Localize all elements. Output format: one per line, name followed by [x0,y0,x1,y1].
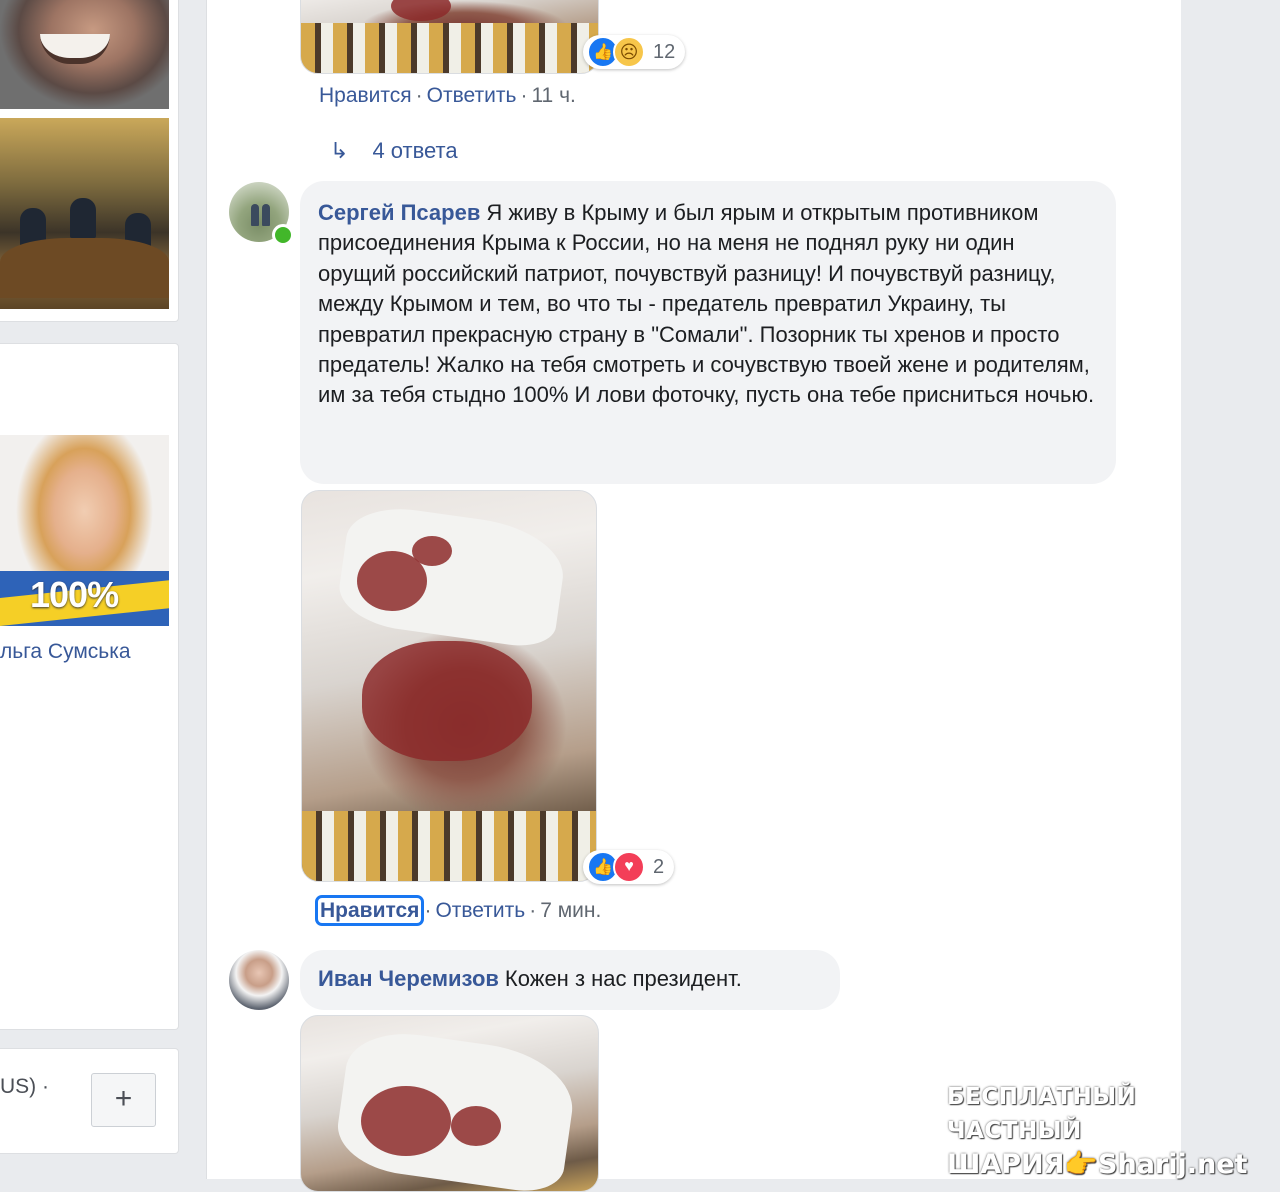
like-link[interactable]: Нравится [314,895,425,926]
comment-text: Кожен з нас президент. [504,966,742,991]
add-language-button[interactable]: + [91,1073,156,1127]
comment-bubble: Иван Черемизов Кожен з нас президент. [300,950,840,1010]
replies-count-label: 4 ответа [372,138,458,163]
photo-label: 100% [30,574,119,615]
like-link[interactable]: Нравится [319,84,412,107]
watermark-line2: ШАРИЯ👉Sharij.net [947,1149,1248,1180]
comment-author-link[interactable]: Сергей Псарев [318,200,480,225]
comment-photo-attachment[interactable] [300,0,599,74]
reactions-count: 12 [653,40,676,63]
comment-text: Я живу в Крыму и был ярым и открытым про… [318,200,1095,408]
left-sidebar: 100% льга Сумська US) · + [0,0,180,1179]
reply-link[interactable]: Ответить [435,899,525,922]
comment-author-link[interactable]: Иван Черемизов [318,966,499,991]
comment-actions: Нравится · Ответить · 7 мин. [314,895,601,926]
comment-time[interactable]: 11 ч. [531,84,575,107]
right-gutter [1181,0,1280,1179]
avatar[interactable] [229,182,294,246]
reactions-summary[interactable]: 👍 ☹ 12 [583,35,686,69]
smiling-man-photo[interactable] [0,0,169,109]
avatar[interactable] [229,950,289,1010]
comment-actions: Нравится · Ответить · 11 ч. [319,84,576,108]
language-text[interactable]: US) · [0,1075,49,1099]
comment-photo-attachment[interactable] [301,490,597,882]
comment-time[interactable]: 7 мин. [540,899,601,922]
reply-link[interactable]: Ответить [427,84,517,107]
profile-photo[interactable]: 100% [0,435,169,626]
separator: · [415,84,423,107]
separator: · [424,899,432,922]
watermark-line1: БЕСПЛАТНЫЙ ЧАСТНЫЙ [947,1084,1137,1144]
comment-photo-attachment[interactable] [300,1015,599,1192]
separator: · [529,899,537,922]
reactions-count: 2 [653,855,665,878]
online-status-dot [272,224,294,246]
comment-bubble: Сергей Псарев Я живу в Крыму и был ярым и… [300,181,1116,484]
profile-name-link[interactable]: льга Сумська [0,640,131,664]
meeting-photo[interactable] [0,118,169,309]
view-replies-link[interactable]: ↳ 4 ответа [330,138,458,164]
sidebar-suggestion-card: 100% льга Сумська [0,343,179,1030]
reply-arrow-icon: ↳ [330,138,349,163]
love-icon: ♥ [613,851,645,883]
separator: · [520,84,528,107]
sad-icon: ☹ [613,36,645,68]
watermark: БЕСПЛАТНЫЙ ЧАСТНЫЙ ШАРИЯ👉Sharij.net [947,1080,1257,1182]
reactions-summary[interactable]: 👍 ♥ 2 [583,850,675,884]
sidebar-language-card: US) · + [0,1048,179,1154]
plus-icon: + [114,1082,133,1115]
sidebar-photos-card [0,0,179,322]
